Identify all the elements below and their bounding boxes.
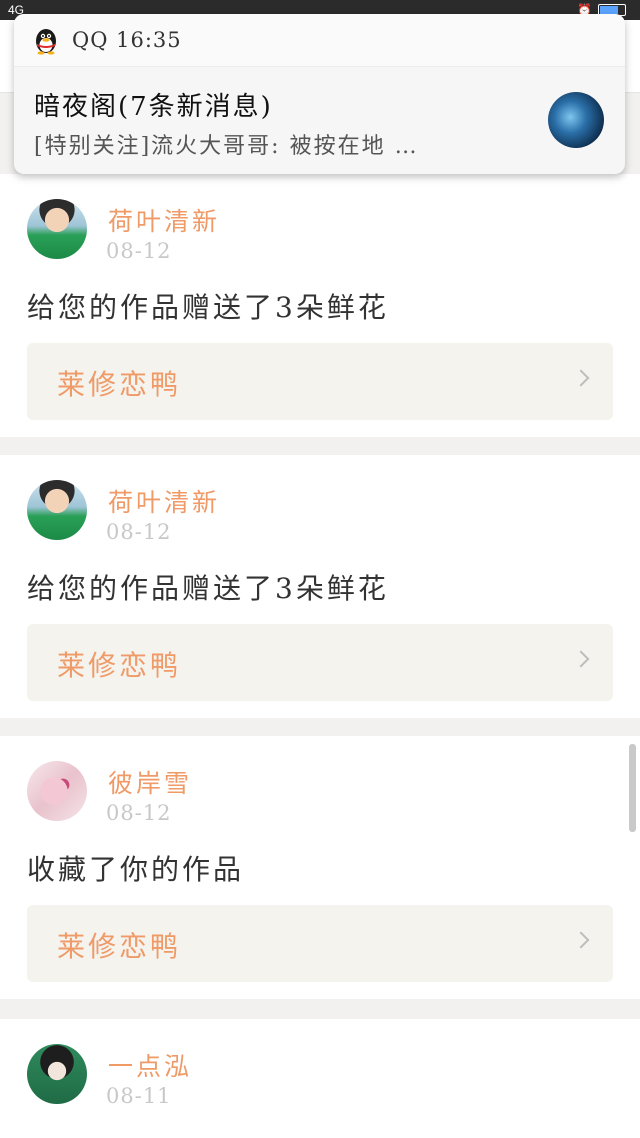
work-title: 莱修恋鸭 xyxy=(57,368,182,401)
activity-message: 给您的作品赠送了3朵鲜花 xyxy=(27,291,389,324)
post-date: 08-12 xyxy=(106,801,172,825)
battery-fill xyxy=(600,6,618,14)
notification-body: [特别关注]流火大哥哥: 被按在地 … xyxy=(34,134,419,159)
username[interactable]: 一点泓 xyxy=(108,1047,192,1083)
feed-item: 彼岸雪 08-12 收藏了你的作品 莱修恋鸭 xyxy=(0,736,640,999)
work-title: 莱修恋鸭 xyxy=(57,649,182,682)
avatar[interactable] xyxy=(27,480,87,540)
notification-meta: QQ 16:35 xyxy=(72,28,182,52)
work-link[interactable]: 莱修恋鸭 xyxy=(27,343,613,420)
username[interactable]: 荷叶清新 xyxy=(108,202,220,238)
notification-header: QQ 16:35 xyxy=(14,14,625,67)
feed-item: 荷叶清新 08-12 给您的作品赠送了3朵鲜花 莱修恋鸭 xyxy=(0,174,640,437)
username[interactable]: 彼岸雪 xyxy=(108,764,192,800)
notification-time: 16:35 xyxy=(116,28,182,52)
work-link[interactable]: 莱修恋鸭 xyxy=(27,905,613,982)
qq-notification[interactable]: QQ 16:35 暗夜阁(7条新消息) [特别关注]流火大哥哥: 被按在地 … xyxy=(14,14,625,174)
notification-avatar xyxy=(548,92,604,148)
avatar[interactable] xyxy=(27,199,87,259)
feed-item: 一点泓 08-11 xyxy=(0,1019,640,1138)
qq-penguin-icon xyxy=(36,29,56,55)
avatar[interactable] xyxy=(27,761,87,821)
notification-title: 暗夜阁(7条新消息) xyxy=(34,92,273,122)
activity-message: 给您的作品赠送了3朵鲜花 xyxy=(27,572,389,605)
scrollbar[interactable] xyxy=(629,744,636,832)
chevron-right-icon xyxy=(572,650,590,668)
post-date: 08-12 xyxy=(106,520,172,544)
notification-app-name: QQ xyxy=(72,28,109,52)
activity-message: 收藏了你的作品 xyxy=(27,853,245,886)
chevron-right-icon xyxy=(572,369,590,387)
username[interactable]: 荷叶清新 xyxy=(108,483,220,519)
work-title: 莱修恋鸭 xyxy=(57,930,182,963)
work-link[interactable]: 莱修恋鸭 xyxy=(27,624,613,701)
avatar[interactable] xyxy=(27,1044,87,1104)
post-date: 08-12 xyxy=(106,239,172,263)
chevron-right-icon xyxy=(572,931,590,949)
feed-item: 荷叶清新 08-12 给您的作品赠送了3朵鲜花 莱修恋鸭 xyxy=(0,455,640,718)
post-date: 08-11 xyxy=(106,1084,172,1108)
